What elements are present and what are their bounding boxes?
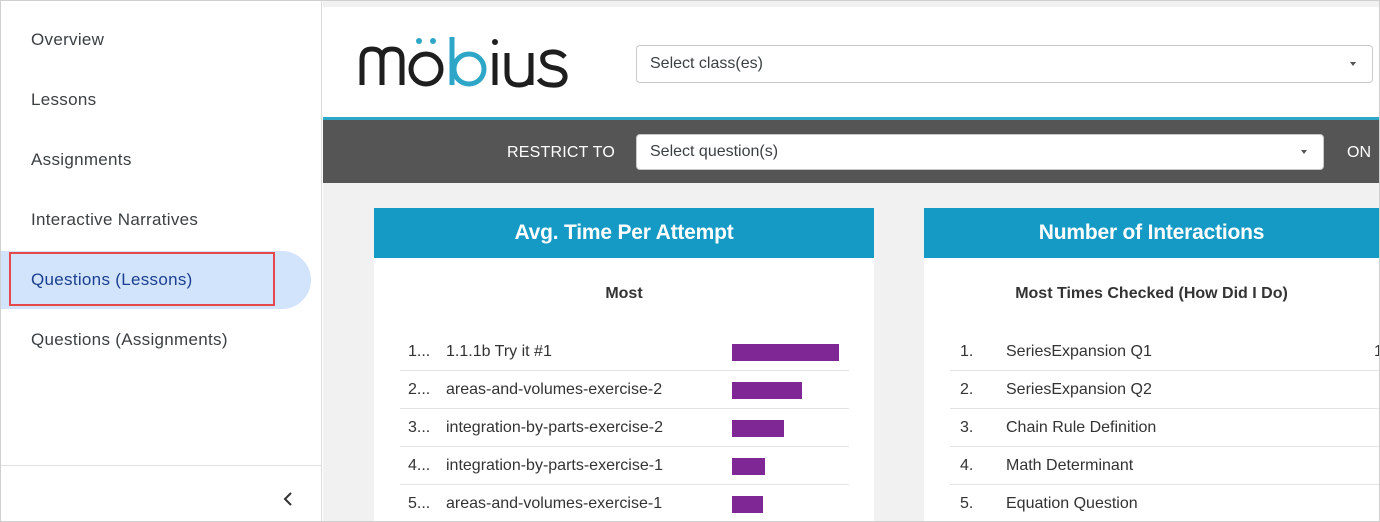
sidebar-item-label: Overview	[31, 30, 105, 49]
value-bar	[732, 382, 802, 399]
value-bar	[732, 344, 839, 361]
collapse-sidebar-button[interactable]	[277, 485, 299, 513]
table-row[interactable]: 3. Chain Rule Definition	[950, 409, 1379, 447]
table-row[interactable]: 2. SeriesExpansion Q2	[950, 371, 1379, 409]
sidebar-divider	[1, 465, 321, 466]
row-rank: 4.	[960, 456, 974, 474]
interactions-card: Number of Interactions Most Times Checke…	[924, 208, 1379, 521]
sidebar-item-questions-lessons[interactable]: Questions (Lessons)	[1, 251, 311, 309]
sidebar-item-label: Lessons	[31, 90, 97, 109]
row-rank: 4...	[408, 456, 431, 474]
sidebar-item-label: Questions (Lessons)	[31, 270, 193, 289]
sidebar-item-questions-assignments[interactable]: Questions (Assignments)	[1, 311, 321, 369]
restrict-to-label: RESTRICT TO	[507, 144, 615, 161]
card-title: Number of Interactions	[924, 208, 1379, 258]
row-label: areas-and-volumes-exercise-2	[446, 380, 663, 398]
dropdown-caret-icon	[1301, 150, 1307, 154]
table-row[interactable]: 1... 1.1.1b Try it #1	[400, 333, 849, 371]
question-select-placeholder: Select question(s)	[650, 143, 779, 160]
sidebar-item-interactive-narratives[interactable]: Interactive Narratives	[1, 191, 321, 249]
class-select-placeholder: Select class(es)	[650, 55, 763, 72]
sidebar-item-label: Interactive Narratives	[31, 210, 199, 229]
avg-time-card: Avg. Time Per Attempt Most 1... 1.1.1b Tr…	[374, 208, 874, 521]
row-rank: 3...	[408, 418, 431, 436]
row-rank: 5.	[960, 495, 974, 512]
card-subtitle: Most Times Checked (How Did I Do)	[1015, 285, 1288, 302]
table-row[interactable]: 5. Equation Question	[950, 485, 1379, 521]
value-bar	[732, 420, 784, 437]
sidebar: Overview Lessons Assignments Interactive…	[1, 1, 322, 521]
table-row[interactable]: 1. SeriesExpansion Q1 1	[950, 333, 1379, 371]
filter-toolbar: RESTRICT TO Select question(s) ON	[323, 120, 1379, 183]
app-frame: Overview Lessons Assignments Interactive…	[0, 0, 1380, 522]
header: Select class(es)	[323, 7, 1379, 120]
table-row[interactable]: 5... areas-and-volumes-exercise-1	[400, 485, 849, 521]
mobius-logo	[359, 37, 571, 94]
row-rank: 2...	[408, 380, 431, 398]
row-label: Equation Question	[1006, 495, 1138, 512]
row-label: Math Determinant	[1006, 456, 1134, 474]
table-row[interactable]: 3... integration-by-parts-exercise-2	[400, 409, 849, 447]
sidebar-item-overview[interactable]: Overview	[1, 11, 321, 69]
row-label: SeriesExpansion Q2	[1006, 380, 1152, 398]
table-row[interactable]: 2... areas-and-volumes-exercise-2	[400, 371, 849, 409]
sidebar-item-lessons[interactable]: Lessons	[1, 71, 321, 129]
row-rank: 5...	[408, 495, 431, 512]
sidebar-item-assignments[interactable]: Assignments	[1, 131, 321, 189]
row-rank: 3.	[960, 418, 974, 436]
value-bar	[732, 458, 765, 475]
table-row[interactable]: 4. Math Determinant	[950, 447, 1379, 485]
table-row[interactable]: 4... integration-by-parts-exercise-1	[400, 447, 849, 485]
row-label: 1.1.1b Try it #1	[446, 342, 552, 360]
on-label: ON	[1347, 144, 1371, 161]
card-title: Avg. Time Per Attempt	[374, 208, 874, 258]
value-bar	[732, 496, 763, 513]
row-label: SeriesExpansion Q1	[1006, 342, 1152, 360]
row-label: integration-by-parts-exercise-2	[446, 418, 663, 436]
sidebar-item-label: Questions (Assignments)	[31, 330, 228, 349]
class-select[interactable]: Select class(es)	[636, 45, 1373, 83]
main-content: Select class(es) RESTRICT TO Select ques…	[323, 1, 1379, 521]
card-subtitle: Most	[605, 285, 643, 302]
row-rank: 2.	[960, 380, 974, 398]
row-rank: 1.	[960, 342, 974, 360]
dropdown-caret-icon	[1350, 62, 1356, 66]
row-value: 1	[1374, 343, 1379, 361]
row-label: areas-and-volumes-exercise-1	[446, 495, 663, 512]
row-rank: 1...	[408, 342, 431, 360]
sidebar-item-label: Assignments	[31, 150, 132, 169]
question-select[interactable]: Select question(s)	[636, 134, 1324, 170]
chevron-left-icon	[283, 492, 292, 506]
row-label: Chain Rule Definition	[1006, 418, 1157, 436]
row-label: integration-by-parts-exercise-1	[446, 456, 663, 474]
